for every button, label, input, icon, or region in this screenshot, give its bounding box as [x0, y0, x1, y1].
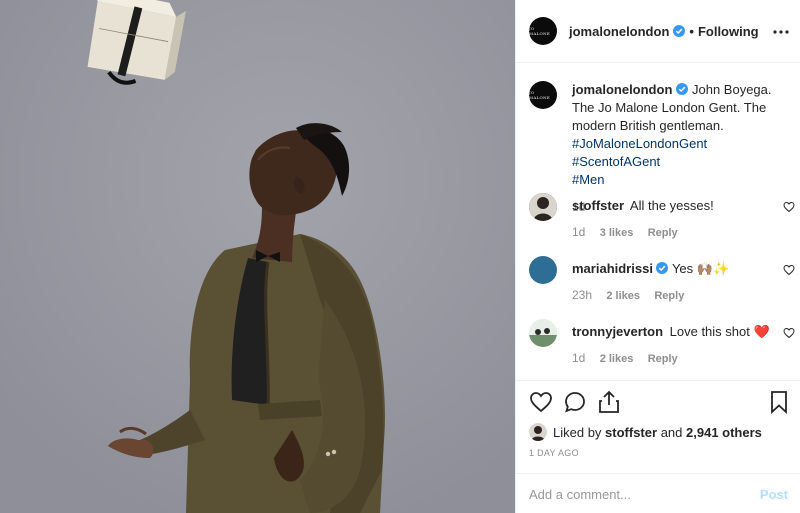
comment-body: Love this shot ❤️	[669, 324, 770, 339]
comment-body: All the yesses!	[629, 198, 714, 213]
avatar-photo	[529, 193, 557, 221]
following-button[interactable]: Following	[698, 24, 759, 39]
caption-username[interactable]: jomalonelondon	[572, 82, 672, 97]
post-actions: Liked by stoffster and 2,941 others 1 DA…	[516, 380, 800, 513]
liked-by-and: and	[660, 424, 683, 440]
post-timestamp[interactable]: 1 DAY AGO	[529, 448, 579, 458]
reply-button[interactable]: Reply	[654, 290, 684, 302]
heart-icon[interactable]	[783, 201, 795, 213]
comment-time[interactable]: 1d	[572, 225, 585, 239]
add-comment-bar: Post	[516, 473, 800, 513]
instagram-post-frame: JO MALONE jomalonelondon • Following JO …	[0, 0, 800, 513]
post-side-panel: JO MALONE jomalonelondon • Following JO …	[515, 0, 800, 513]
comment-likes[interactable]: 2 likes	[606, 290, 640, 302]
caption-text: jomalonelondon John Boyega. The Jo Malon…	[572, 81, 789, 189]
comments-section: JO MALONE jomalonelondon John Boyega. Th…	[516, 64, 800, 380]
more-options-icon[interactable]	[773, 24, 789, 40]
brand-mark: JO MALONE	[529, 90, 551, 100]
comment-icon[interactable]	[563, 390, 587, 414]
comment-body: Yes 🙌🏽✨	[671, 261, 730, 276]
hashtag-link[interactable]: #ScentofAGent	[572, 154, 660, 169]
comment-input[interactable]	[529, 486, 760, 502]
heart-icon[interactable]	[529, 390, 553, 414]
hashtag-link[interactable]: #Men	[572, 172, 605, 187]
brand-mark: JO MALONE	[529, 26, 551, 36]
liked-by-prefix: Liked by	[553, 424, 602, 440]
action-icons	[529, 390, 791, 416]
author-username[interactable]: jomalonelondon	[569, 24, 669, 39]
comment-item: mariahidrissi Yes 🙌🏽✨ 23h 2 likes Reply	[529, 256, 800, 302]
comment-text: stoffster All the yesses!	[572, 193, 800, 215]
share-icon[interactable]	[597, 390, 621, 414]
comment-username[interactable]: mariahidrissi	[572, 261, 653, 276]
commenter-avatar[interactable]	[529, 256, 557, 284]
photo-illustration	[0, 0, 515, 513]
author-avatar[interactable]: JO MALONE	[529, 17, 557, 45]
comment-likes[interactable]: 2 likes	[600, 353, 634, 365]
comment-username[interactable]: tronnyjeverton	[572, 324, 663, 339]
commenter-avatar[interactable]	[529, 193, 557, 221]
comment-likes[interactable]: 3 likes	[600, 227, 634, 239]
comment-meta: 1d 2 likes Reply	[572, 351, 800, 365]
separator-dot: •	[689, 23, 694, 39]
likes-count[interactable]: 2,941 others	[686, 425, 762, 440]
comment-meta: 1d 3 likes Reply	[572, 225, 800, 239]
post-header: JO MALONE jomalonelondon • Following	[516, 0, 800, 63]
heart-icon[interactable]	[783, 327, 795, 339]
comment-time[interactable]: 1d	[572, 351, 585, 365]
verified-badge-icon	[673, 25, 686, 37]
liker-avatar[interactable]	[529, 423, 547, 441]
hashtag-link[interactable]: #JoMaloneLondonGent	[572, 136, 707, 151]
comment-meta: 23h 2 likes Reply	[572, 288, 800, 302]
comment-item: tronnyjeverton Love this shot ❤️ 1d 2 li…	[529, 319, 800, 365]
liked-by-user[interactable]: stoffster	[605, 425, 657, 440]
verified-badge-icon	[655, 262, 668, 274]
verified-badge-icon	[676, 83, 689, 95]
caption-avatar[interactable]: JO MALONE	[529, 81, 557, 109]
comment-text: tronnyjeverton Love this shot ❤️	[572, 319, 800, 341]
liked-by: Liked by stoffster and 2,941 others	[529, 423, 762, 441]
comment-time[interactable]: 23h	[572, 288, 592, 302]
commenter-avatar[interactable]	[529, 319, 557, 347]
comment-item: stoffster All the yesses! 1d 3 likes Rep…	[529, 193, 800, 239]
post-comment-button[interactable]: Post	[760, 487, 788, 502]
post-photo[interactable]	[0, 0, 515, 513]
reply-button[interactable]: Reply	[648, 227, 678, 239]
comment-username[interactable]: stoffster	[572, 198, 624, 213]
reply-button[interactable]: Reply	[648, 353, 678, 365]
bookmark-icon[interactable]	[767, 390, 791, 414]
avatar-photo	[529, 319, 557, 347]
comment-text: mariahidrissi Yes 🙌🏽✨	[572, 256, 800, 278]
heart-icon[interactable]	[783, 264, 795, 276]
